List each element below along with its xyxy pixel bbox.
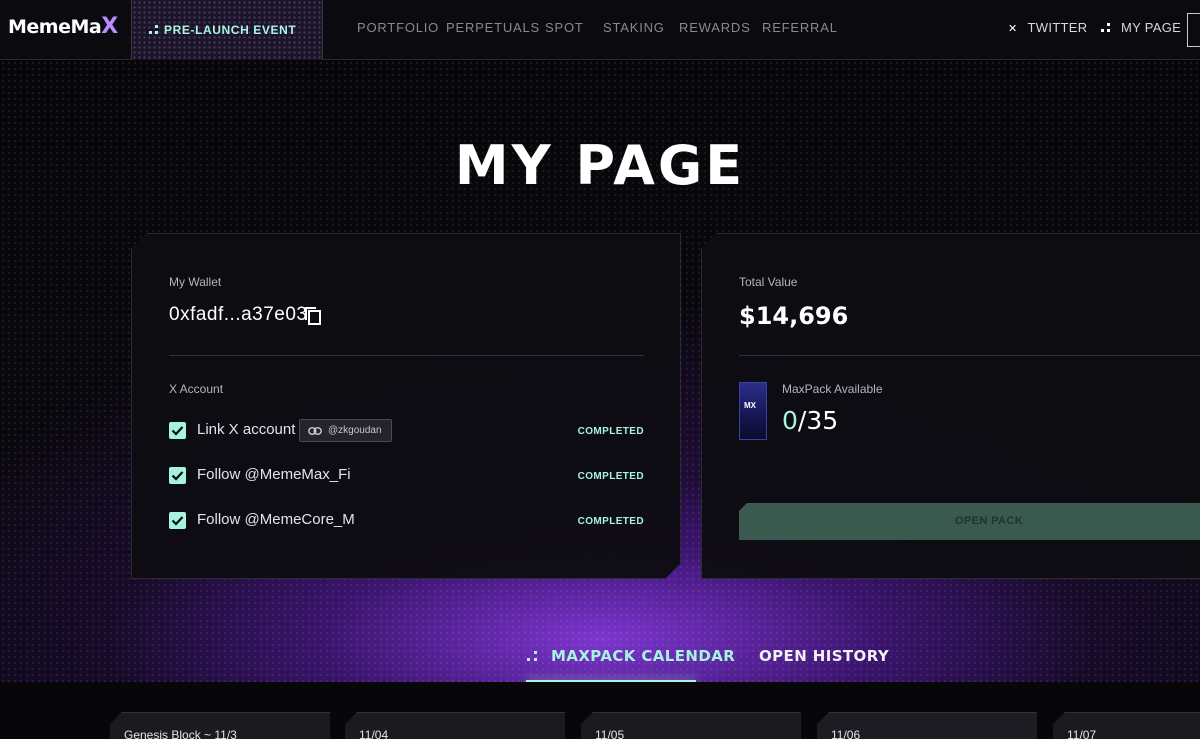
wallet-label: My Wallet bbox=[169, 275, 222, 289]
task-label: Follow @MemeCore_M bbox=[197, 511, 355, 528]
top-navbar: MemeMaX PRE-LAUNCH EVENT PORTFOLIO PERPE… bbox=[0, 0, 1200, 60]
nav-staking[interactable]: STAKING bbox=[603, 20, 665, 35]
calendar-day-label: 11/06 bbox=[831, 728, 861, 739]
dots-icon bbox=[1101, 23, 1111, 33]
pre-launch-event-label: PRE-LAUNCH EVENT bbox=[164, 23, 297, 37]
twitter-link[interactable]: ✕ TWITTER bbox=[1008, 20, 1087, 35]
my-page-link[interactable]: MY PAGE bbox=[1101, 20, 1181, 35]
maxpack-count: 0/35 bbox=[782, 406, 838, 435]
maxpack-label: MaxPack Available bbox=[782, 382, 883, 396]
task-checkbox[interactable] bbox=[169, 467, 186, 484]
calendar-day-card[interactable]: 11/04 bbox=[345, 712, 565, 739]
value-card: Total Value $14,696 MX MaxPack Available… bbox=[701, 233, 1200, 579]
check-icon bbox=[169, 422, 186, 439]
task-status: COMPLETED bbox=[577, 471, 644, 482]
x-logo-icon: ✕ bbox=[1008, 23, 1018, 35]
twitter-label: TWITTER bbox=[1027, 20, 1088, 35]
logo-text: MemeMa bbox=[8, 16, 102, 38]
open-pack-button[interactable]: OPEN PACK bbox=[739, 503, 1200, 540]
maxpack-current: 0 bbox=[782, 406, 798, 435]
task-row-follow-memecore: Follow @MemeCore_M COMPLETED bbox=[169, 510, 644, 534]
link-icon bbox=[308, 427, 322, 435]
nav-rewards[interactable]: REWARDS bbox=[679, 20, 751, 35]
calendar-day-card[interactable]: 11/07 bbox=[1053, 712, 1200, 739]
task-label: Follow @MemeMax_Fi bbox=[197, 466, 351, 483]
wallet-divider bbox=[169, 355, 644, 356]
dots-icon bbox=[149, 25, 159, 35]
nav-spot[interactable]: SPOT bbox=[545, 20, 584, 35]
tab-maxpack-calendar[interactable]: MAXPACK CALENDAR bbox=[527, 647, 735, 665]
x-account-label: X Account bbox=[169, 382, 224, 396]
mememax-logo[interactable]: MemeMaX bbox=[8, 10, 118, 44]
copy-icon[interactable] bbox=[304, 306, 322, 326]
page-title: MY PAGE bbox=[454, 134, 746, 197]
my-page-label: MY PAGE bbox=[1121, 20, 1182, 35]
task-status: COMPLETED bbox=[577, 426, 644, 437]
maxpack-image: MX bbox=[739, 382, 767, 440]
task-row-link-x: Link X account @zkgoudan COMPLETED bbox=[169, 420, 644, 444]
nav-perpetuals[interactable]: PERPETUALS bbox=[446, 20, 540, 35]
total-value: $14,696 bbox=[739, 302, 849, 330]
task-checkbox[interactable] bbox=[169, 422, 186, 439]
calendar-day-card[interactable]: 11/05 bbox=[581, 712, 801, 739]
nav-portfolio[interactable]: PORTFOLIO bbox=[357, 20, 439, 35]
tab-open-history[interactable]: OPEN HISTORY bbox=[759, 647, 889, 665]
check-icon bbox=[169, 512, 186, 529]
calendar-day-label: 11/04 bbox=[359, 728, 389, 739]
x-handle: @zkgoudan bbox=[328, 425, 382, 436]
calendar-day-label: Genesis Block ~ 11/3 bbox=[124, 728, 237, 739]
logo-x: X bbox=[101, 14, 118, 39]
maxpack-total: /35 bbox=[797, 406, 839, 435]
calendar-day-card[interactable]: Genesis Block ~ 11/3 bbox=[110, 712, 330, 739]
calendar-day-card-selected[interactable]: 11/06 bbox=[817, 712, 1037, 739]
maxpack-image-mark: MX bbox=[744, 401, 756, 410]
task-status: COMPLETED bbox=[577, 516, 644, 527]
wallet-card: My Wallet 0xfadf...a37e03 X Account Link… bbox=[131, 233, 681, 579]
pre-launch-event-button[interactable]: PRE-LAUNCH EVENT bbox=[131, 0, 323, 60]
task-row-follow-mememax: Follow @MemeMax_Fi COMPLETED bbox=[169, 465, 644, 489]
value-divider bbox=[739, 355, 1200, 356]
calendar-day-label: 11/05 bbox=[595, 728, 625, 739]
task-checkbox[interactable] bbox=[169, 512, 186, 529]
total-value-label: Total Value bbox=[739, 275, 798, 289]
calendar-day-label: 11/07 bbox=[1067, 728, 1097, 739]
x-handle-chip[interactable]: @zkgoudan bbox=[299, 419, 392, 442]
wallet-address: 0xfadf...a37e03 bbox=[169, 304, 308, 325]
nav-referral[interactable]: REFERRAL bbox=[762, 20, 838, 35]
task-label: Link X account bbox=[197, 421, 296, 438]
calendar-strip: Genesis Block ~ 11/3 11/04 11/05 11/06 1… bbox=[0, 682, 1200, 739]
check-icon bbox=[169, 467, 186, 484]
wallet-connect-button[interactable] bbox=[1187, 13, 1200, 47]
